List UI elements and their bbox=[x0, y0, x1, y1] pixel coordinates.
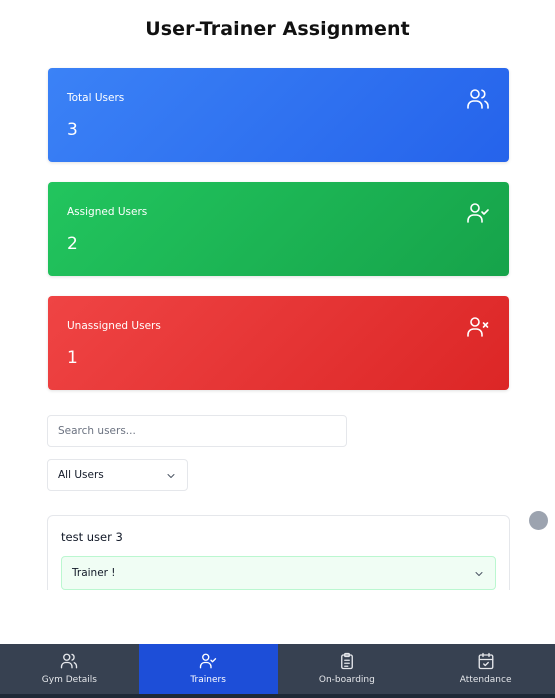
nav-trainers[interactable]: Trainers bbox=[138, 644, 278, 698]
nav-bottom-edge bbox=[0, 694, 555, 698]
nav-label: Attendance bbox=[459, 675, 512, 685]
chevron-down-icon bbox=[475, 572, 483, 576]
user-check-icon bbox=[467, 203, 489, 223]
nav-label: Gym Details bbox=[41, 675, 97, 685]
page-title: User-Trainer Assignment bbox=[145, 18, 410, 40]
nav-attendance[interactable]: Attendance bbox=[416, 644, 555, 698]
search-input[interactable] bbox=[47, 415, 347, 447]
unassigned-users-label: Unassigned Users bbox=[67, 320, 161, 332]
nav-label: Trainers bbox=[190, 675, 226, 685]
user-x-icon bbox=[467, 317, 489, 337]
user-name: test user 3 bbox=[61, 530, 123, 544]
chevron-down-icon bbox=[167, 474, 175, 478]
trainer-selected-value: Trainer ! bbox=[72, 567, 116, 579]
clipboard-icon bbox=[340, 652, 353, 670]
assigned-users-card: Assigned Users 2 bbox=[48, 182, 509, 276]
users-icon bbox=[61, 653, 78, 669]
nav-label: On-boarding bbox=[318, 675, 375, 685]
nav-gym-details[interactable]: Gym Details bbox=[0, 644, 139, 698]
users-icon bbox=[467, 89, 489, 109]
bottom-nav: Gym Details Trainers On-boarding Attenda… bbox=[0, 644, 555, 698]
total-users-card: Total Users 3 bbox=[48, 68, 509, 162]
user-filter-select[interactable]: All Users bbox=[47, 459, 188, 491]
total-users-label: Total Users bbox=[67, 92, 125, 104]
assigned-users-value: 2 bbox=[67, 234, 78, 254]
calendar-check-icon bbox=[478, 652, 494, 670]
unassigned-users-value: 1 bbox=[67, 348, 78, 368]
nav-on-boarding[interactable]: On-boarding bbox=[278, 644, 417, 698]
content-clip bbox=[0, 590, 555, 644]
scroll-handle[interactable] bbox=[529, 511, 548, 530]
total-users-value: 3 bbox=[67, 120, 78, 140]
user-check-icon bbox=[199, 653, 217, 669]
assigned-users-label: Assigned Users bbox=[67, 206, 148, 218]
filter-selected-value: All Users bbox=[58, 469, 104, 481]
trainer-select[interactable]: Trainer ! bbox=[61, 556, 496, 590]
unassigned-users-card: Unassigned Users 1 bbox=[48, 296, 509, 390]
